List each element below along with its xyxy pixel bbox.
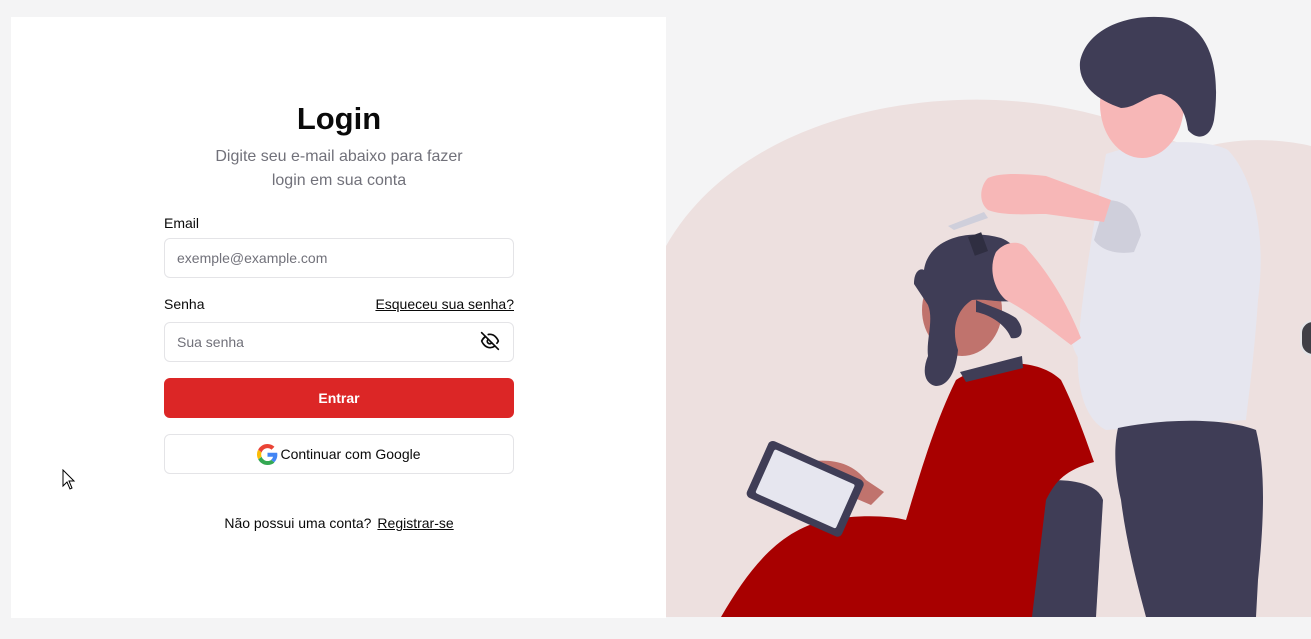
google-icon — [257, 443, 278, 465]
login-panel: Login Digite seu e-mail abaixo para faze… — [11, 17, 666, 618]
google-button-label: Continuar com Google — [280, 446, 421, 462]
google-login-button[interactable]: Continuar com Google — [164, 434, 514, 474]
password-label: Senha — [164, 296, 205, 312]
page-title: Login — [296, 101, 382, 136]
mouse-cursor-icon — [62, 469, 76, 490]
register-row: Não possui uma conta? Registrar-se — [164, 515, 514, 531]
page-subtitle: Digite seu e-mail abaixo para fazer logi… — [215, 148, 463, 189]
forgot-password-link[interactable]: Esqueceu sua senha? — [375, 296, 514, 312]
email-input[interactable] — [164, 238, 514, 278]
barber-illustration — [666, 16, 1311, 618]
password-input[interactable] — [164, 322, 514, 362]
eye-off-icon[interactable] — [480, 331, 500, 351]
side-toggle-handle[interactable] — [1300, 320, 1311, 356]
register-link[interactable]: Registrar-se — [377, 515, 453, 531]
login-submit-button[interactable]: Entrar — [164, 378, 514, 418]
no-account-text: Não possui uma conta? — [224, 515, 372, 531]
email-label: Email — [164, 215, 200, 231]
